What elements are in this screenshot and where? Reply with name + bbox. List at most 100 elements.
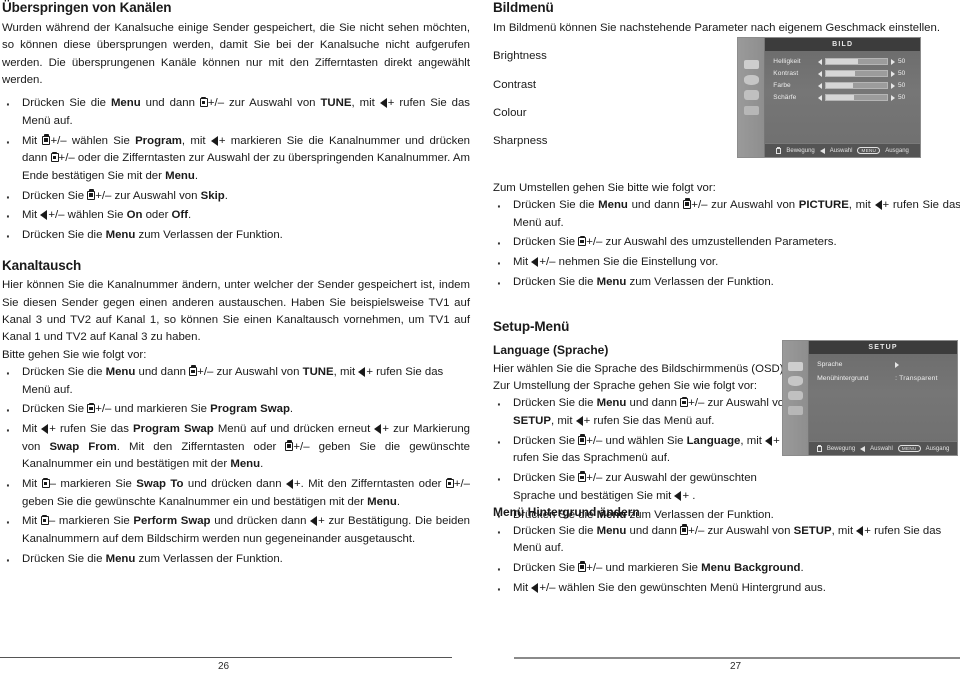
osd-row-sprache: Sprache bbox=[817, 361, 949, 368]
setup-menu-icon bbox=[743, 105, 759, 116]
osd-row-helligkeit: Helligkeit 50 bbox=[773, 58, 912, 65]
list-item: Drücken Sie +/– zur Auswahl von Skip. bbox=[2, 187, 470, 208]
channel-swap-steps: Drücken Sie die Menu und dann +/– zur Au… bbox=[2, 363, 470, 571]
list-item: Drücken Sie +/– und markieren Sie Menu B… bbox=[493, 559, 960, 580]
setup-menu-icon bbox=[788, 405, 803, 415]
menu-button-icon: MENU bbox=[857, 147, 881, 154]
list-item: Mit +/– nehmen Sie die Einstellung vor. bbox=[493, 253, 960, 274]
right-arrow-icon bbox=[891, 82, 895, 89]
channel-button-icon bbox=[50, 151, 59, 163]
osd-setup-rows: Sprache Menühintergrund : Transparent bbox=[809, 354, 957, 441]
osd-title: SETUP bbox=[809, 341, 957, 354]
footer-rule-right bbox=[514, 657, 960, 659]
channel-swap-intro: Hier können Sie die Kanalnummer ändern, … bbox=[2, 279, 470, 344]
left-page-column: Überspringen von Kanälen Wurden während … bbox=[2, 0, 470, 571]
osd-parameter-rows: Helligkeit 50 Kontrast 50 Farbe 50 Schär… bbox=[765, 51, 920, 143]
channel-button-icon bbox=[87, 188, 96, 200]
volume-button-icon bbox=[531, 256, 539, 267]
list-item: Drücken Sie +/– zur Auswahl des umzustel… bbox=[493, 233, 960, 254]
osd-row-value: 50 bbox=[898, 58, 906, 65]
list-item: Drücken Sie +/– und markieren Sie Progra… bbox=[2, 400, 470, 421]
list-item: Drücken Sie +/– zur Auswahl der gewünsch… bbox=[493, 469, 793, 505]
language-desc-2: Zur Umstellung der Sprache gehen Sie wie… bbox=[493, 380, 758, 392]
page-number-right: 27 bbox=[730, 661, 742, 672]
volume-button-icon bbox=[210, 135, 218, 146]
left-arrow-icon bbox=[818, 70, 823, 77]
picture-menu-icon bbox=[788, 361, 803, 371]
volume-button-icon bbox=[531, 582, 539, 593]
volume-button-icon bbox=[40, 210, 48, 221]
section-title-channel-swap: Kanaltausch bbox=[2, 257, 82, 273]
volume-button-icon bbox=[358, 367, 366, 378]
volume-button-icon bbox=[856, 525, 864, 536]
osd-footer-move: Bewegung bbox=[786, 147, 815, 154]
list-item: Drücken Sie die Menu und dann +/– zur Au… bbox=[493, 196, 960, 232]
page-title-skip-channels: Überspringen von Kanälen bbox=[2, 0, 172, 15]
left-arrow-icon bbox=[818, 82, 823, 89]
list-item: Mit + rufen Sie das Program Swap Menü au… bbox=[2, 420, 470, 474]
channel-button-icon bbox=[578, 434, 587, 445]
channel-button-icon bbox=[41, 477, 50, 489]
osd-row-label: Menühintergrund bbox=[817, 375, 869, 382]
skip-channels-steps: Drücken Sie die Menu und dann +/– zur Au… bbox=[2, 94, 470, 247]
list-item: Drücken Sie die Menu und dann +/– zur Au… bbox=[2, 363, 470, 399]
osd-row-value: 50 bbox=[898, 82, 906, 89]
list-item: Drücken Sie die Menu und dann +/– zur Au… bbox=[493, 522, 960, 558]
list-item: Mit +/– wählen Sie Program, mit + markie… bbox=[2, 132, 470, 186]
channel-button-icon bbox=[199, 96, 208, 108]
page-number-left: 26 bbox=[218, 661, 230, 672]
volume-button-icon bbox=[860, 445, 866, 452]
list-item: Drücken Sie die Menu und dann +/– zur Au… bbox=[2, 94, 470, 130]
slider-track bbox=[825, 82, 888, 89]
manual-page-spread: Überspringen von Kanälen Wurden während … bbox=[0, 0, 960, 675]
channel-button-icon bbox=[680, 396, 689, 408]
right-arrow-icon bbox=[895, 361, 900, 368]
list-item: Mit – markieren Sie Swap To und drücken … bbox=[2, 475, 470, 511]
osd-row-menuehintergrund: Menühintergrund : Transparent bbox=[817, 375, 949, 382]
osd-icon-rail bbox=[738, 38, 766, 157]
left-arrow-icon bbox=[818, 58, 823, 65]
channel-button-icon bbox=[816, 444, 822, 452]
tune-menu-icon bbox=[743, 90, 759, 100]
osd-footer-bar: Bewegung Auswahl MENU Ausgang bbox=[765, 143, 920, 157]
channel-button-icon bbox=[578, 471, 587, 483]
right-arrow-icon bbox=[891, 58, 895, 65]
list-item: Drücken Sie die Menu zum Verlassen der F… bbox=[2, 550, 470, 571]
channel-swap-lead: Bitte gehen Sie wie folgt vor: bbox=[2, 348, 147, 361]
volume-button-icon bbox=[765, 435, 773, 446]
channel-button-icon bbox=[578, 561, 587, 572]
channel-button-icon bbox=[776, 146, 782, 154]
volume-button-icon bbox=[379, 98, 387, 109]
tune-menu-icon bbox=[788, 391, 803, 401]
slider-track bbox=[825, 70, 888, 77]
volume-button-icon bbox=[575, 416, 583, 426]
skip-channels-intro: Wurden während der Kanalsuche einige Sen… bbox=[2, 21, 470, 86]
right-arrow-icon bbox=[891, 70, 895, 77]
channel-button-icon bbox=[578, 235, 587, 247]
osd-row-label: Helligkeit bbox=[773, 58, 801, 65]
subsection-title-menu-background: Menü Hintergrund ändern bbox=[493, 505, 640, 519]
channel-button-icon bbox=[445, 477, 454, 489]
osd-footer-exit: Ausgang bbox=[885, 147, 909, 154]
page-title-picture-menu: Bildmenü bbox=[493, 0, 554, 15]
osd-icon-rail bbox=[783, 341, 810, 455]
osd-title: BILD bbox=[765, 38, 920, 51]
sound-menu-icon bbox=[743, 75, 759, 85]
osd-row-value: : Transparent bbox=[895, 375, 938, 382]
channel-button-icon bbox=[42, 133, 51, 145]
osd-row-value: 50 bbox=[898, 70, 906, 77]
language-desc-1: Hier wählen Sie die Sprache des Bildschi… bbox=[493, 362, 787, 375]
menu-background-steps: Drücken Sie die Menu und dann +/– zur Au… bbox=[493, 522, 960, 600]
channel-button-icon bbox=[87, 402, 96, 414]
list-item: Mit – markieren Sie Perform Swap und drü… bbox=[2, 512, 470, 548]
section-title-setup-menu: Setup-Menü bbox=[493, 319, 570, 335]
footer-rule-left bbox=[0, 657, 452, 658]
sound-menu-icon bbox=[788, 376, 803, 386]
list-item: Drücken Sie die Menu und dann +/– zur Au… bbox=[493, 394, 793, 430]
volume-button-icon bbox=[874, 199, 882, 210]
osd-screenshot-setup: SETUP Sprache Menühintergrund : Transpar… bbox=[782, 340, 958, 456]
volume-button-icon bbox=[374, 424, 382, 435]
list-item: Drücken Sie +/– und wählen Sie Language,… bbox=[493, 432, 793, 468]
picture-menu-intro: Im Bildmenü können Sie nachstehende Para… bbox=[493, 21, 941, 34]
picture-change-steps: Drücken Sie die Menu und dann +/– zur Au… bbox=[493, 196, 960, 294]
